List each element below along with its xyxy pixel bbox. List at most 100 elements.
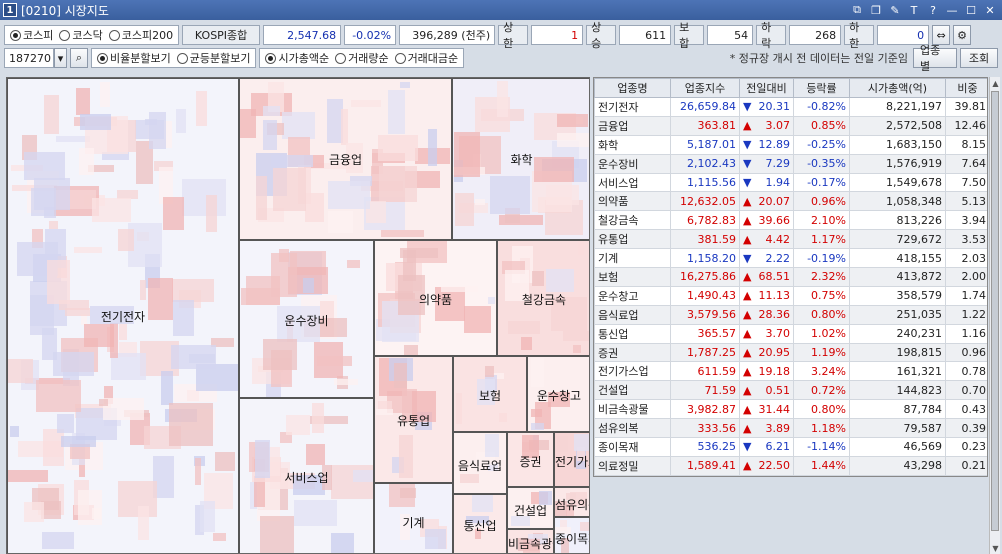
stock-cell[interactable] [490,176,530,214]
table-row[interactable]: 음식료업 3,579.56 ▲ 28.36 0.80% 251,035 1.22 [594,304,987,325]
market-tab-kospi[interactable]: 코스피 [10,27,53,43]
stock-cell[interactable] [573,345,581,353]
table-row[interactable]: 비금속광물 3,982.87 ▲ 31.44 0.80% 87,784 0.43 [594,399,987,420]
table-row[interactable]: 기계 1,158.20 ▼ 2.22 -0.19% 418,155 2.03 [594,248,987,269]
maximize-icon[interactable]: ☐ [963,2,979,18]
stock-cell[interactable] [521,337,532,350]
table-row[interactable]: 건설업 71.59 ▲ 0.51 0.72% 144,823 0.70 [594,380,987,401]
stock-cell[interactable] [378,401,392,409]
stock-cell[interactable] [100,82,110,107]
stock-cell[interactable] [8,470,48,482]
tile-utilities[interactable]: 전기가스업 [554,432,589,487]
stock-cell[interactable] [263,106,280,116]
stock-cell[interactable] [531,358,544,387]
settings-wrench-icon[interactable]: ✎ [887,2,903,18]
stock-cell[interactable] [497,81,508,117]
tile-nonmetal[interactable]: 비금속광물 [507,529,554,553]
stock-cell[interactable] [531,409,542,417]
table-row[interactable]: 금융업 363.81 ▲ 3.07 0.85% 2,572,508 12.46 [594,115,987,136]
stock-cell[interactable] [246,276,280,305]
stock-cell[interactable] [557,114,588,127]
stock-cell[interactable] [425,529,446,549]
stock-cell[interactable] [531,423,544,430]
tile-machinery[interactable]: 기계 [374,483,453,553]
stock-cell[interactable] [305,193,324,222]
stock-cell[interactable] [99,399,108,406]
stock-cell[interactable] [317,356,352,366]
stock-cell[interactable] [379,166,417,202]
stock-cell[interactable] [76,88,90,115]
tile-service[interactable]: 서비스업 [239,398,374,553]
tile-construction[interactable]: 건설업 [507,487,554,529]
stock-cell[interactable] [464,306,491,333]
stock-cell[interactable] [78,490,102,525]
stock-cell[interactable] [172,279,214,302]
stock-cell[interactable] [404,345,418,355]
stock-cell[interactable] [557,436,568,452]
stock-cell[interactable] [138,506,149,540]
stock-cell[interactable] [215,452,235,471]
stock-cell[interactable] [92,198,131,222]
table-scrollbar[interactable]: ▲ ▼ [989,77,1000,554]
stock-cell[interactable] [485,434,499,457]
stock-cell[interactable] [61,436,96,447]
code-input[interactable]: 187270 [4,48,54,68]
tile-pharma[interactable]: 의약품 [374,240,497,356]
stock-cell[interactable] [10,426,19,437]
stock-cell[interactable] [394,363,407,388]
stock-cell[interactable] [44,95,59,134]
col-header[interactable]: 등락률 [793,78,850,98]
stock-cell[interactable] [574,434,589,451]
table-row[interactable]: 종이목재 536.25 ▼ 6.21 -1.14% 46,569 0.23 [594,437,987,457]
table-row[interactable]: 전기전자 26,659.84 ▼ 20.31 -0.82% 8,221,197 39.81 [594,97,987,117]
help-icon[interactable]: ? [925,2,941,18]
stock-cell[interactable] [263,339,297,370]
minimize-icon[interactable]: — [944,2,960,18]
stock-cell[interactable] [282,112,315,139]
query-button[interactable]: 조회 [960,48,998,68]
stock-cell[interactable] [388,90,405,134]
gear-icon[interactable]: ⚙ [953,25,972,45]
table-row[interactable]: 유통업 381.59 ▲ 4.42 1.17% 729,672 3.53 [594,229,987,250]
stock-cell[interactable] [103,398,144,420]
tile-chemical[interactable]: 화학 [452,78,589,240]
stock-cell[interactable] [306,444,325,465]
stock-cell[interactable] [455,193,474,226]
stock-cell[interactable] [31,188,56,216]
col-header[interactable]: 전일대비 [739,78,794,98]
stock-cell[interactable] [475,199,485,205]
stock-cell[interactable] [286,415,310,435]
stock-cell[interactable] [169,403,213,446]
tile-electronics[interactable]: 전기전자 [7,78,239,553]
stock-cell[interactable] [303,278,314,293]
sort-marketcap-radio[interactable]: 시가총액순 [265,50,329,66]
tile-distribution[interactable]: 유통업 [374,356,453,483]
stock-cell[interactable] [472,495,493,512]
stock-cell[interactable] [557,133,589,147]
stock-cell[interactable] [381,230,424,237]
stock-cell[interactable] [53,352,94,376]
stock-cell[interactable] [161,371,173,405]
search-icon[interactable]: ⌕ [70,48,88,68]
close-icon[interactable]: ✕ [982,2,998,18]
tile-paper-wood[interactable]: 종이목재 [554,517,589,553]
stock-cell[interactable] [24,502,44,522]
stock-cell[interactable] [400,488,416,498]
table-row[interactable]: 의약품 12,632.05 ▲ 20.07 0.96% 1,058,348 5.13 [594,191,987,212]
stock-cell[interactable] [331,533,354,553]
stock-cell[interactable] [499,413,507,422]
stock-cell[interactable] [351,100,381,107]
stock-cell[interactable] [57,414,74,433]
stock-cell[interactable] [563,331,589,341]
tile-transport-storage[interactable]: 운수창고 [527,356,589,432]
table-row[interactable]: 통신업 365.57 ▲ 3.70 1.02% 240,231 1.16 [594,323,987,344]
stock-cell[interactable] [260,516,294,553]
stock-cell[interactable] [240,109,256,138]
stock-cell[interactable] [49,221,58,229]
stock-cell[interactable] [163,197,184,230]
stock-cell[interactable] [36,380,81,412]
stock-cell[interactable] [334,379,358,385]
col-header[interactable]: 업종명 [594,78,671,98]
copy-icon[interactable]: ❐ [868,2,884,18]
table-row[interactable]: 보험 16,275.86 ▲ 68.51 2.32% 413,872 2.00 [594,267,987,287]
